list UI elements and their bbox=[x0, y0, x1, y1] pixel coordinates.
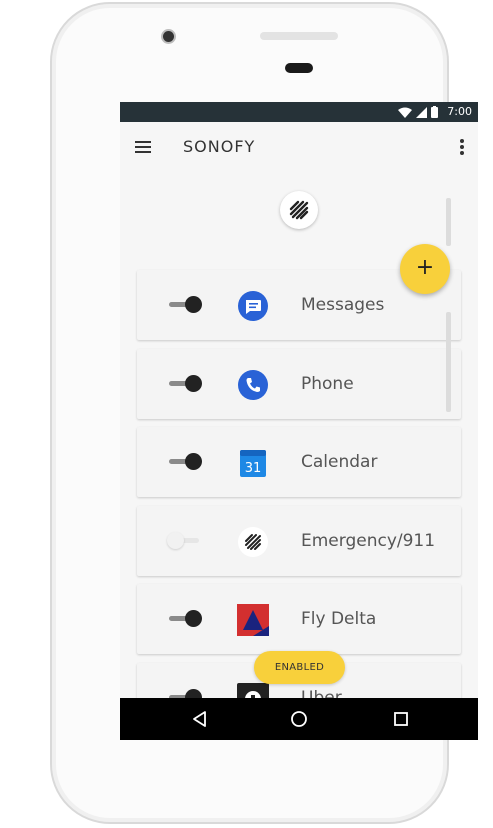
back-icon[interactable] bbox=[190, 709, 210, 729]
signal-icon bbox=[416, 107, 427, 118]
phone-icon bbox=[237, 369, 269, 401]
status-icons bbox=[398, 106, 438, 118]
phone-toggle[interactable] bbox=[167, 374, 205, 393]
add-app-fab-button[interactable]: + bbox=[400, 244, 450, 294]
sonofy-logo-icon bbox=[237, 526, 269, 558]
messages-toggle[interactable] bbox=[167, 296, 205, 314]
list-item-fly-delta[interactable]: Fly Delta bbox=[137, 584, 461, 654]
snackbar-text: ENABLED bbox=[274, 662, 325, 673]
messages-icon bbox=[237, 290, 269, 322]
list-item-calendar[interactable]: 31 Calendar bbox=[137, 427, 461, 497]
list-item-phone[interactable]: Phone bbox=[137, 348, 461, 419]
list-item-label: Emergency/911 bbox=[301, 530, 436, 551]
add-icon: + bbox=[415, 255, 435, 280]
list-item-emergency[interactable]: Emergency/911 bbox=[137, 505, 461, 576]
app-bar: SONOFY bbox=[120, 122, 478, 172]
front-camera bbox=[163, 31, 174, 42]
power-button bbox=[446, 198, 451, 246]
battery-icon bbox=[431, 106, 438, 118]
sonofy-logo-icon bbox=[289, 200, 309, 220]
list-item-label: Phone bbox=[301, 373, 354, 394]
hamburger-menu-icon[interactable] bbox=[134, 138, 154, 156]
wifi-icon bbox=[398, 107, 412, 118]
app-title: SONOFY bbox=[183, 137, 256, 156]
emergency-toggle[interactable] bbox=[167, 531, 205, 550]
device-screen: 7:00 SONOFY + Messages Phone 31 Calendar… bbox=[120, 102, 478, 740]
home-icon[interactable] bbox=[289, 709, 309, 729]
fly-delta-toggle[interactable] bbox=[167, 610, 205, 628]
proximity-sensor bbox=[285, 63, 313, 73]
volume-button bbox=[446, 312, 451, 412]
status-time: 7:00 bbox=[447, 105, 472, 118]
navigation-bar bbox=[120, 698, 478, 740]
sonofy-logo bbox=[280, 191, 318, 229]
recents-icon[interactable] bbox=[391, 709, 411, 729]
overflow-menu-icon[interactable] bbox=[458, 137, 466, 157]
list-item-label: Messages bbox=[301, 295, 385, 315]
earpiece-speaker bbox=[260, 32, 338, 40]
calendar-icon: 31 bbox=[237, 447, 269, 479]
calendar-toggle[interactable] bbox=[167, 453, 205, 471]
phone-frame: 7:00 SONOFY + Messages Phone 31 Calendar… bbox=[50, 2, 478, 824]
list-item-label: Calendar bbox=[301, 452, 378, 472]
calendar-icon-day: 31 bbox=[245, 461, 262, 476]
status-bar: 7:00 bbox=[120, 102, 478, 122]
delta-icon bbox=[237, 604, 269, 636]
enabled-snackbar: ENABLED bbox=[254, 651, 345, 684]
list-item-label: Fly Delta bbox=[301, 609, 377, 629]
